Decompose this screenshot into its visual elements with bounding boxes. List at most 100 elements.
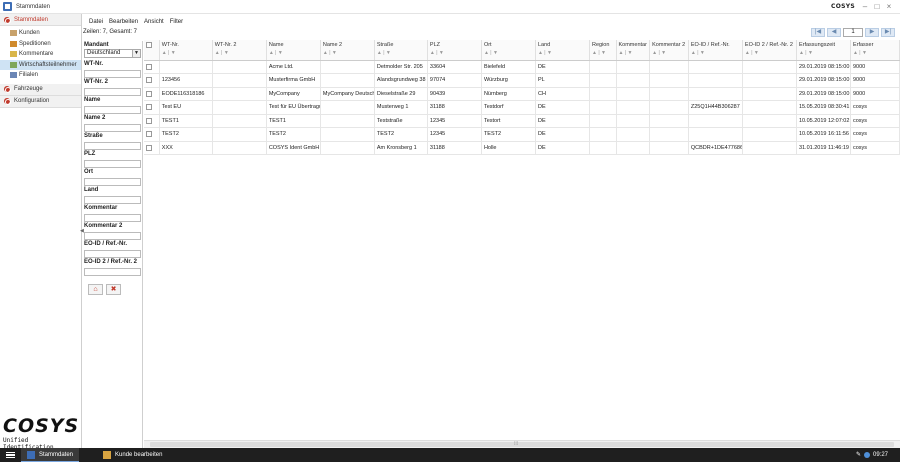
table-row[interactable]: 123456 Musterfirma GmbH Alandsgrundweg 38 9… bbox=[144, 73, 900, 88]
column-header-kommentar-2[interactable]: Kommentar 2 ▲ | ▼ bbox=[649, 40, 689, 61]
page-number-input[interactable]: 1 bbox=[843, 28, 863, 37]
table-row[interactable]: EODE116318186 MyCompanyMyCompany Deutschl… bbox=[144, 87, 900, 101]
sort-icon[interactable]: ▲ | ▼ bbox=[430, 50, 479, 56]
clear-filter-button[interactable]: ✖ bbox=[106, 284, 121, 295]
sort-icon[interactable]: ▲ | ▼ bbox=[377, 50, 425, 56]
filter-input-kommentar-2[interactable] bbox=[84, 232, 141, 240]
column-header-region[interactable]: Region ▲ | ▼ bbox=[589, 40, 617, 61]
first-page-button[interactable]: |◀ bbox=[811, 28, 825, 37]
filter-input-wt-nr-2[interactable] bbox=[84, 88, 141, 96]
row-checkbox[interactable] bbox=[146, 131, 152, 138]
maximize-icon[interactable]: □ bbox=[872, 2, 882, 12]
row-checkbox[interactable] bbox=[146, 104, 152, 111]
task-label: Kunde bearbeiten bbox=[115, 452, 163, 458]
sort-icon[interactable]: ▲ | ▼ bbox=[269, 50, 318, 56]
close-icon[interactable]: × bbox=[884, 2, 894, 12]
task-kunde-bearbeiten[interactable]: Kunde bearbeiten bbox=[97, 448, 168, 462]
filter-input-wt-nr[interactable] bbox=[84, 70, 141, 78]
menu-filter[interactable]: Filter bbox=[170, 19, 183, 25]
sort-icon[interactable]: ▲ | ▼ bbox=[853, 50, 897, 56]
horizontal-scrollbar[interactable]: ⁞⁞⁞ bbox=[144, 440, 900, 448]
sort-icon[interactable]: ▲ | ▼ bbox=[745, 50, 794, 56]
filter-group: PLZ bbox=[84, 150, 142, 168]
sort-icon[interactable]: ▲ | ▼ bbox=[484, 50, 533, 56]
column-header-wt-nr[interactable]: WT-Nr. ▲ | ▼ bbox=[159, 40, 213, 61]
sidebar-item-wirtschaftsteilnehmer[interactable]: Wirtschaftsteilnehmer bbox=[0, 59, 81, 70]
sort-icon[interactable]: ▲ | ▼ bbox=[215, 50, 264, 56]
sort-icon[interactable]: ▲ | ▼ bbox=[799, 50, 848, 56]
column-header-erfassungszeit[interactable]: Erfassungszeit ▲ | ▼ bbox=[796, 40, 851, 61]
row-select-cell bbox=[144, 114, 160, 128]
row-checkbox[interactable] bbox=[146, 117, 152, 124]
chevron-down-icon[interactable]: ▼ bbox=[132, 50, 140, 57]
menu-ansicht[interactable]: Ansicht bbox=[144, 19, 164, 25]
prev-page-button[interactable]: ◀ bbox=[827, 28, 841, 37]
column-header-plz[interactable]: PLZ ▲ | ▼ bbox=[427, 40, 482, 61]
row-checkbox[interactable] bbox=[146, 90, 152, 97]
sidebar-item-kommentare[interactable]: Kommentare bbox=[0, 49, 81, 60]
filter-input-plz[interactable] bbox=[84, 160, 141, 168]
sort-icon[interactable]: ▲ | ▼ bbox=[323, 50, 372, 56]
table-row[interactable]: TEST2 TEST2 TEST2 12345 TEST2 DE 10.05.2019 16… bbox=[144, 127, 900, 142]
filter-input-land[interactable] bbox=[84, 196, 141, 204]
row-checkbox[interactable] bbox=[146, 144, 152, 151]
start-menu-icon[interactable] bbox=[3, 448, 17, 462]
table-row[interactable]: Acme Ltd. Detmolder Str. 205 33604 Bielefel… bbox=[144, 60, 900, 74]
sidebar-section-stammdaten[interactable]: Stammdaten bbox=[0, 14, 81, 26]
system-tray: ✎ 09:27 bbox=[856, 451, 888, 458]
cell-straße: Dieselstraße 29 bbox=[374, 87, 428, 101]
column-header-erfasser[interactable]: Erfasser ▲ | ▼ bbox=[850, 40, 900, 61]
sort-icon[interactable]: ▲ | ▼ bbox=[619, 50, 648, 56]
filter-input-eo-id-2-ref-nr-2[interactable] bbox=[84, 268, 141, 276]
mandant-select[interactable]: Deutschland ▼ bbox=[84, 49, 141, 58]
sort-icon[interactable]: ▲ | ▼ bbox=[691, 50, 740, 56]
filter-input-straße[interactable] bbox=[84, 142, 141, 150]
table-row[interactable]: TEST1 TEST1 Teststraße 12345 Testort DE 10.05.… bbox=[144, 114, 900, 128]
filter-input-name[interactable] bbox=[84, 106, 141, 114]
row-checkbox[interactable] bbox=[146, 63, 152, 70]
column-header-name-2[interactable]: Name 2 ▲ | ▼ bbox=[320, 40, 375, 61]
cell-region bbox=[589, 114, 617, 128]
row-checkbox[interactable] bbox=[146, 77, 152, 84]
column-header-ort[interactable]: Ort ▲ | ▼ bbox=[481, 40, 536, 61]
network-icon[interactable] bbox=[863, 451, 870, 458]
column-header-kommentar[interactable]: Kommentar ▲ | ▼ bbox=[616, 40, 651, 61]
pen-icon[interactable]: ✎ bbox=[856, 451, 861, 458]
table-row[interactable]: Test EU Test für EU Übertragung Musterweg … bbox=[144, 100, 900, 115]
column-header-name[interactable]: Name ▲ | ▼ bbox=[266, 40, 321, 61]
sidebar-item-filialen[interactable]: Filialen bbox=[0, 70, 81, 81]
menu-datei[interactable]: Datei bbox=[89, 19, 103, 25]
minimize-icon[interactable]: – bbox=[860, 2, 870, 12]
sort-icon[interactable]: ▲ | ▼ bbox=[592, 50, 614, 56]
column-header-land[interactable]: Land ▲ | ▼ bbox=[535, 40, 591, 61]
sort-icon[interactable]: ▲ | ▼ bbox=[652, 50, 686, 56]
sidebar-section-fahrzeuge[interactable]: Fahrzeuge bbox=[0, 83, 81, 96]
column-header-straße[interactable]: Straße ▲ | ▼ bbox=[374, 40, 428, 61]
collapse-panel-icon[interactable]: ◀ bbox=[80, 228, 84, 234]
sidebar-item-label: Filialen bbox=[19, 72, 39, 79]
column-header-wt-nr-2[interactable]: WT-Nr. 2 ▲ | ▼ bbox=[212, 40, 267, 61]
sidebar-section-konfiguration[interactable]: Konfiguration bbox=[0, 95, 81, 108]
column-header-eo-id-2-ref-nr-2[interactable]: EO-ID 2 / Ref.-Nr. 2 ▲ | ▼ bbox=[742, 40, 797, 61]
sidebar-item-speditionen[interactable]: Speditionen bbox=[0, 39, 81, 50]
next-page-button[interactable]: ▶ bbox=[865, 28, 879, 37]
filter-input-ort[interactable] bbox=[84, 178, 141, 186]
sort-icon[interactable]: ▲ | ▼ bbox=[162, 50, 210, 56]
scrollbar-thumb[interactable] bbox=[150, 442, 894, 447]
cell-plz: 12345 bbox=[427, 114, 482, 128]
menu-bearbeiten[interactable]: Bearbeiten bbox=[109, 19, 138, 25]
cell-erfassungszeit: 10.05.2019 12:07:02 bbox=[796, 114, 851, 128]
column-header-eo-id-ref-nr[interactable]: EO-ID / Ref.-Nr. ▲ | ▼ bbox=[688, 40, 743, 61]
task-stammdaten[interactable]: Stammdaten bbox=[21, 448, 80, 462]
search-button[interactable]: ⌂ bbox=[88, 284, 103, 295]
filter-input-kommentar[interactable] bbox=[84, 214, 141, 222]
cell-erfassungszeit: 29.01.2019 08:15:00 bbox=[796, 73, 851, 88]
select-all-checkbox[interactable] bbox=[146, 42, 152, 48]
task-label: Stammdaten bbox=[39, 451, 74, 458]
table-row[interactable]: XXX COSYS Ident GmbH Am Kronsberg 1 31188 Ho… bbox=[144, 141, 900, 155]
sidebar-item-kunden[interactable]: Kunden bbox=[0, 28, 81, 39]
sort-icon[interactable]: ▲ | ▼ bbox=[538, 50, 587, 56]
filter-input-name-2[interactable] bbox=[84, 124, 141, 132]
last-page-button[interactable]: ▶| bbox=[881, 28, 895, 37]
filter-input-eo-id-ref-nr[interactable] bbox=[84, 250, 141, 258]
